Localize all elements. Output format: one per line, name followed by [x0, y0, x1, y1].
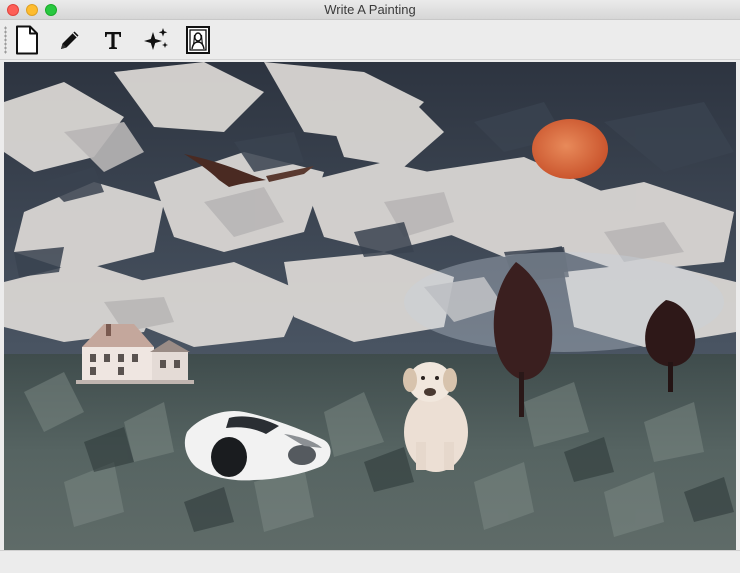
magic-tool-button[interactable]	[140, 24, 172, 56]
painting-image	[4, 62, 736, 550]
title-bar: Write A Painting	[0, 0, 740, 20]
sparkles-icon	[144, 28, 168, 50]
new-document-button[interactable]	[11, 24, 43, 56]
app-window: Write A Painting	[0, 0, 740, 573]
toolbar-grip	[4, 26, 7, 54]
pencil-icon	[61, 31, 79, 49]
style-tool-button[interactable]	[182, 24, 214, 56]
text-tool-button[interactable]	[97, 24, 129, 56]
portrait-icon	[186, 26, 210, 54]
painting-canvas[interactable]	[4, 62, 736, 550]
text-icon	[105, 32, 121, 49]
new-document-icon	[16, 25, 38, 55]
status-bar	[0, 550, 740, 573]
window-title: Write A Painting	[324, 2, 416, 17]
draw-tool-button[interactable]	[54, 24, 86, 56]
toolbar	[0, 20, 740, 60]
